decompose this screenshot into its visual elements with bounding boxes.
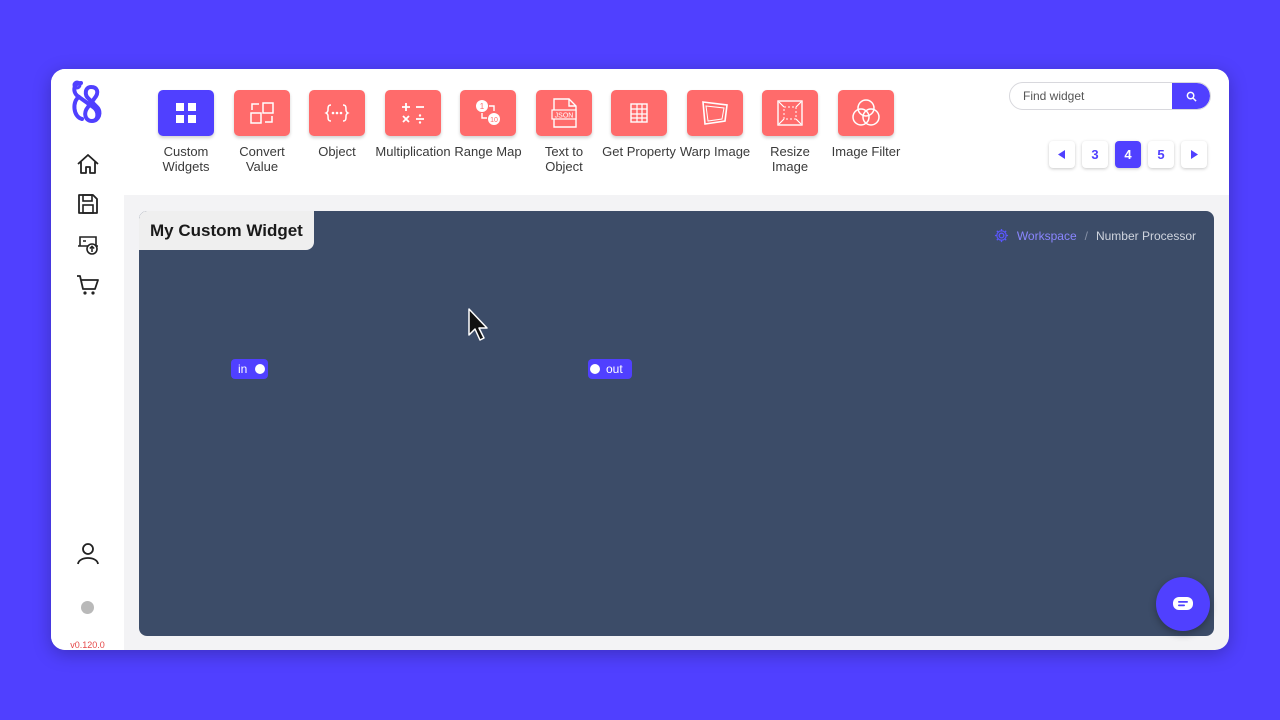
widget-label: Object bbox=[318, 144, 356, 159]
widget-toolbar: Custom Widgets Convert Value Object Mult… bbox=[124, 69, 1229, 195]
caret-left-icon bbox=[1058, 150, 1065, 159]
user-icon[interactable] bbox=[76, 541, 100, 565]
widget-range-map[interactable]: 1 10 Range Map bbox=[450, 90, 526, 159]
cloud-upload-icon[interactable] bbox=[76, 232, 100, 256]
input-node-port[interactable] bbox=[255, 364, 265, 374]
breadcrumb: Workspace / Number Processor bbox=[994, 228, 1196, 243]
widget-label: Get Property bbox=[602, 144, 676, 159]
input-node-label: in bbox=[238, 362, 248, 376]
page-button-5[interactable]: 5 bbox=[1148, 141, 1174, 168]
logo-icon[interactable] bbox=[67, 77, 107, 125]
app-version: v0.120.0 bbox=[70, 640, 105, 650]
widget-label: Custom Widgets bbox=[162, 144, 210, 174]
widget-tile bbox=[385, 90, 441, 136]
widget-label: Text to Object bbox=[544, 144, 584, 174]
math-ops-icon bbox=[402, 103, 424, 124]
status-dot bbox=[81, 601, 94, 614]
widget-tile bbox=[687, 90, 743, 136]
search-input[interactable] bbox=[1010, 83, 1173, 109]
convert-icon bbox=[250, 102, 274, 124]
range-map-icon: 1 10 bbox=[476, 100, 500, 125]
svg-text:1: 1 bbox=[480, 102, 485, 111]
widget-label: Convert Value bbox=[239, 144, 285, 174]
search-box bbox=[1009, 82, 1211, 110]
page-button-3[interactable]: 3 bbox=[1082, 141, 1108, 168]
output-node-port[interactable] bbox=[590, 364, 600, 374]
output-node[interactable]: out bbox=[588, 359, 632, 379]
svg-text:JSON: JSON bbox=[555, 113, 574, 120]
svg-text:10: 10 bbox=[490, 117, 498, 124]
search-icon bbox=[1186, 91, 1197, 102]
input-node[interactable]: in bbox=[231, 359, 268, 379]
widget-multiplication[interactable]: Multiplication bbox=[375, 90, 451, 159]
mouse-cursor-icon bbox=[468, 308, 488, 341]
widget-tile bbox=[838, 90, 894, 136]
table-icon bbox=[630, 103, 648, 123]
widget-tile bbox=[762, 90, 818, 136]
prev-page-button[interactable] bbox=[1049, 141, 1075, 168]
widget-tile bbox=[611, 90, 667, 136]
widget-label: Warp Image bbox=[679, 144, 751, 159]
breadcrumb-current: Number Processor bbox=[1095, 228, 1196, 243]
widget-object[interactable]: Object bbox=[299, 90, 375, 159]
output-node-label: out bbox=[606, 362, 623, 376]
widget-warp-image[interactable]: Warp Image bbox=[677, 90, 753, 159]
widget-label: Multiplication bbox=[375, 144, 451, 159]
widget-tile: 1 10 bbox=[460, 90, 516, 136]
workspace-title: My Custom Widget bbox=[139, 211, 314, 250]
widget-custom-widgets[interactable]: Custom Widgets bbox=[148, 90, 224, 174]
resize-icon bbox=[777, 100, 803, 126]
widget-tile: JSON bbox=[536, 90, 592, 136]
sidebar: v0.120.0 bbox=[51, 69, 124, 650]
widget-convert-value[interactable]: Convert Value bbox=[224, 90, 300, 174]
workspace-canvas[interactable]: My Custom Widget Workspace / Number Proc… bbox=[139, 211, 1214, 636]
warp-icon bbox=[702, 101, 728, 125]
widget-image-filter[interactable]: Image Filter bbox=[828, 90, 904, 159]
filter-circles-icon bbox=[852, 99, 880, 126]
grid-icon bbox=[176, 103, 196, 123]
next-page-button[interactable] bbox=[1181, 141, 1207, 168]
braces-icon bbox=[324, 104, 350, 122]
widget-tile bbox=[309, 90, 365, 136]
app-window: v0.120.0 Custom Widgets Convert Value Ob… bbox=[51, 69, 1229, 650]
breadcrumb-separator: / bbox=[1084, 228, 1088, 243]
caret-right-icon bbox=[1191, 150, 1198, 159]
search-button[interactable] bbox=[1172, 83, 1210, 109]
widget-tile bbox=[234, 90, 290, 136]
widget-label: Resize Image bbox=[770, 144, 810, 174]
widget-tile bbox=[158, 90, 214, 136]
save-icon[interactable] bbox=[76, 192, 100, 216]
cart-icon[interactable] bbox=[76, 273, 100, 297]
widget-resize-image[interactable]: Resize Image bbox=[752, 90, 828, 174]
widget-label: Image Filter bbox=[831, 144, 901, 159]
gear-icon[interactable] bbox=[994, 228, 1009, 243]
page-button-4-current[interactable]: 4 bbox=[1115, 141, 1141, 168]
widget-label: Range Map bbox=[454, 144, 522, 159]
widget-get-property[interactable]: Get Property bbox=[601, 90, 677, 159]
breadcrumb-workspace-link[interactable]: Workspace bbox=[1017, 229, 1077, 243]
chat-icon bbox=[1173, 597, 1193, 610]
chat-button[interactable] bbox=[1156, 577, 1210, 631]
json-file-icon: JSON bbox=[551, 98, 577, 128]
home-icon[interactable] bbox=[76, 152, 100, 176]
widget-text-to-object[interactable]: JSON Text to Object bbox=[526, 90, 602, 174]
